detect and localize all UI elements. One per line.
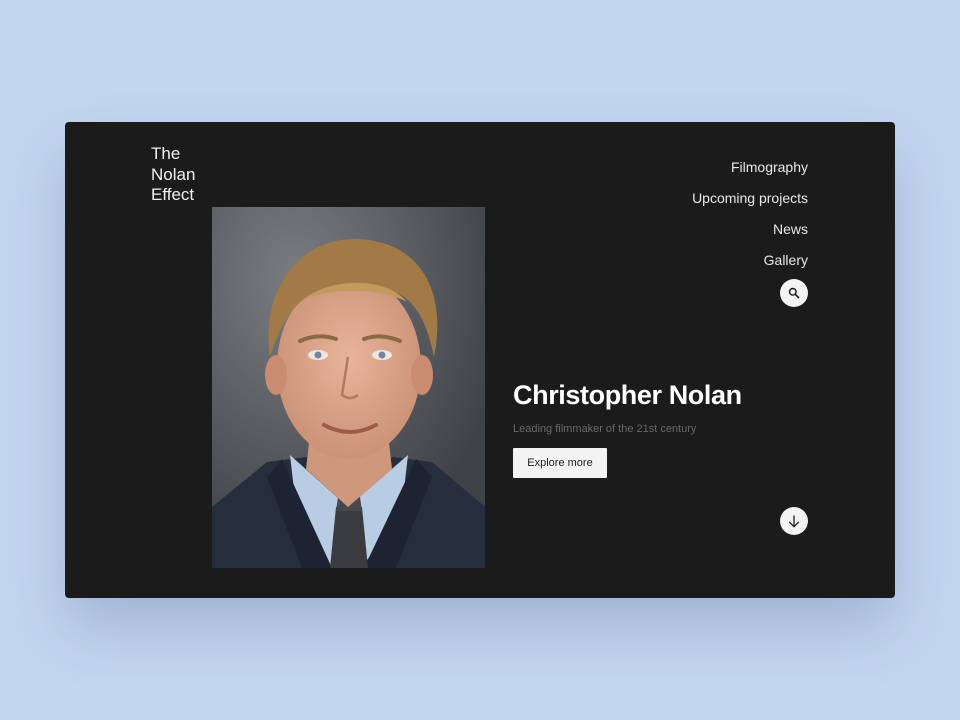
logo-line-2: Nolan: [151, 164, 196, 184]
explore-more-button[interactable]: Explore more: [513, 448, 607, 478]
logo-line-3: Effect: [151, 185, 195, 204]
arrow-down-icon: [788, 514, 800, 527]
hero-subtitle: Leading filmmaker of the 21st century: [513, 423, 697, 435]
site-logo[interactable]: The Nolan Effect: [151, 144, 195, 206]
portrait-illustration: [212, 207, 485, 568]
nav-item-upcoming-projects[interactable]: Upcoming projects: [692, 183, 808, 214]
scroll-down-button[interactable]: [780, 507, 808, 535]
nav-item-gallery[interactable]: Gallery: [764, 245, 808, 276]
main-nav: Filmography Upcoming projects News Galle…: [692, 152, 808, 276]
search-button[interactable]: [780, 279, 808, 307]
hero-card: The Nolan Effect Filmography Upcoming pr…: [65, 122, 895, 598]
portrait-photo: [212, 207, 485, 568]
search-icon: [788, 287, 800, 299]
hero-title: Christopher Nolan: [513, 380, 742, 410]
nav-item-filmography[interactable]: Filmography: [731, 152, 808, 183]
logo-line-1: The: [151, 144, 181, 163]
nav-item-news[interactable]: News: [773, 214, 808, 245]
